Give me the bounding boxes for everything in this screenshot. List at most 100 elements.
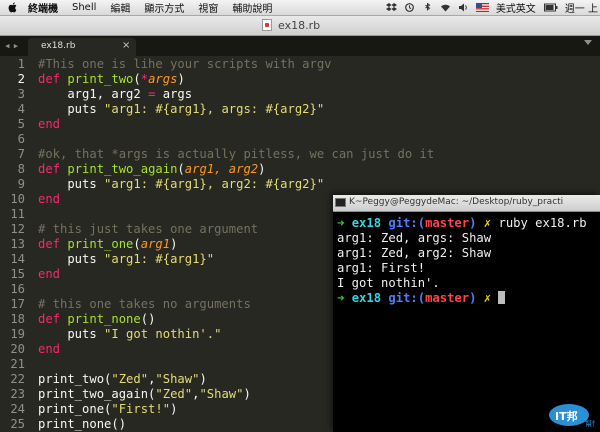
terminal-command: ruby ex18.rb [498,216,587,230]
code-token: ) [243,387,251,401]
code-token: print_one [67,237,134,251]
tab-menu-chevron-down-icon[interactable] [584,40,592,45]
terminal-output-line: arg1: Zed, args: Shaw [337,231,492,245]
menu-window[interactable]: 視窗 [198,0,218,15]
code-token: "arg1: #{arg1}, arg2: #{arg2}" [104,177,325,191]
code-text: puts "arg1: #{arg1}, arg2: #{arg2}" [38,177,324,192]
code-token: "Shaw" [199,387,244,401]
code-token: puts [38,252,105,266]
menu-bar-status: 美式英文 週一 上 [385,0,600,15]
code-token: print_none() [38,417,127,431]
wifi-icon[interactable] [440,3,451,12]
code-token: ) [177,72,185,86]
code-text: end [38,192,60,207]
code-token: arg1, arg2 [38,87,149,101]
code-token: print_two [67,72,134,86]
dropbox-icon[interactable] [385,3,397,12]
code-line[interactable]: 8 def print_two_again(arg1, arg2) [0,162,600,177]
code-line[interactable]: 5 end [0,117,600,132]
menu-help[interactable]: 輔助說明 [232,0,272,15]
code-text: def print_one(arg1) [38,237,177,252]
code-line[interactable]: 6 [0,132,600,147]
code-token: end [38,267,61,281]
menu-clock[interactable]: 週一 上 [565,0,598,15]
prompt-arrow-icon: ➜ [337,216,345,230]
code-text: print_none() [38,417,126,432]
line-number: 24 [10,402,25,416]
code-text: #This one is lihe your scripts with argv [38,57,332,72]
terminal-window[interactable]: K~Peggy@PeggydeMac: ~/Desktop/ruby_pract… [333,195,600,432]
volume-icon[interactable] [458,3,469,12]
line-number: 6 [17,132,25,146]
code-text: puts "I got nothin'." [38,327,221,342]
line-number: 19 [10,327,25,341]
time-machine-icon[interactable] [404,3,415,12]
code-token: # this one takes no arguments [38,297,251,311]
code-token: "First!" [111,402,171,416]
apple-menu-icon[interactable] [8,2,18,13]
battery-icon[interactable] [543,3,558,12]
ruby-file-icon [262,19,272,31]
code-token: "Shaw" [155,372,200,386]
terminal-cursor[interactable] [498,291,506,304]
line-number: 8 [17,162,25,176]
terminal-output-line: I got nothin'. [337,276,440,290]
code-line[interactable]: 1 #This one is lihe your scripts with arg… [0,57,600,72]
menu-shell[interactable]: Shell [72,2,96,13]
tab-nav-arrows-icon[interactable]: ◂▸ [4,39,21,52]
code-line[interactable]: 7 #ok, that *args is actually pitless, we… [0,147,600,162]
terminal-app-icon [335,198,346,207]
code-token: print_two( [38,372,112,386]
code-token: ) [170,402,178,416]
us-flag-icon[interactable] [475,3,489,12]
code-text: print_two("Zed","Shaw") [38,372,207,387]
line-number: 21 [10,357,25,371]
code-text: def print_none() [38,312,155,327]
tab-ex18[interactable]: ex18.rb × [28,38,136,56]
prompt-branch: master [425,291,470,305]
code-token: def [38,162,68,176]
code-token: "Zed" [155,387,193,401]
line-number: 2 [17,72,25,86]
input-source-label[interactable]: 美式英文 [496,0,536,15]
terminal-output-line: arg1: First! [337,261,426,275]
code-token: "I got nothin'." [104,327,222,341]
code-token: * [140,72,149,86]
code-line[interactable]: 4 puts "arg1: #{arg1}, args: #{arg2}" [0,102,600,117]
code-token: puts [38,177,105,191]
code-token: print_two_again( [38,387,156,401]
code-line[interactable]: 9 puts "arg1: #{arg1}, arg2: #{arg2}" [0,177,600,192]
code-line[interactable]: 3 arg1, arg2 = args [0,87,600,102]
prompt-git-label: git:( [388,216,426,230]
tab-label: ex18.rb [41,41,76,51]
code-text: # this just takes one argument [38,222,258,237]
code-line[interactable]: 2 def print_two(*args) [0,72,600,87]
line-number: 17 [10,297,25,311]
code-text: puts "arg1: #{arg1}" [38,252,214,267]
menu-app-terminal[interactable]: 終端機 [28,0,58,15]
line-number: 7 [17,147,25,161]
code-token: puts [38,327,105,341]
close-icon[interactable]: × [122,40,130,51]
code-token: puts [38,102,105,116]
prompt-branch: master [425,216,470,230]
code-text: puts "arg1: #{arg1}, args: #{arg2}" [38,102,324,117]
bluetooth-icon[interactable] [422,2,433,12]
code-token: #This one is lihe your scripts with argv [38,57,332,71]
watermark-subtext: 幫忙 [585,419,595,428]
code-token: "Zed" [111,372,149,386]
code-text: end [38,267,60,282]
menu-edit[interactable]: 編輯 [110,0,130,15]
code-token: arg1 [140,237,171,251]
code-token: ) [170,237,178,251]
code-token: def [38,72,68,86]
prompt-dirty-mark: ✗ [483,216,492,230]
menu-view[interactable]: 顯示方式 [144,0,184,15]
code-token: def [38,312,68,326]
line-number: 4 [17,102,25,116]
line-number: 25 [10,417,25,431]
code-token: args [148,72,178,86]
code-text: def print_two(*args) [38,72,185,87]
line-number: 22 [10,372,25,386]
code-token: print_none [67,312,141,326]
